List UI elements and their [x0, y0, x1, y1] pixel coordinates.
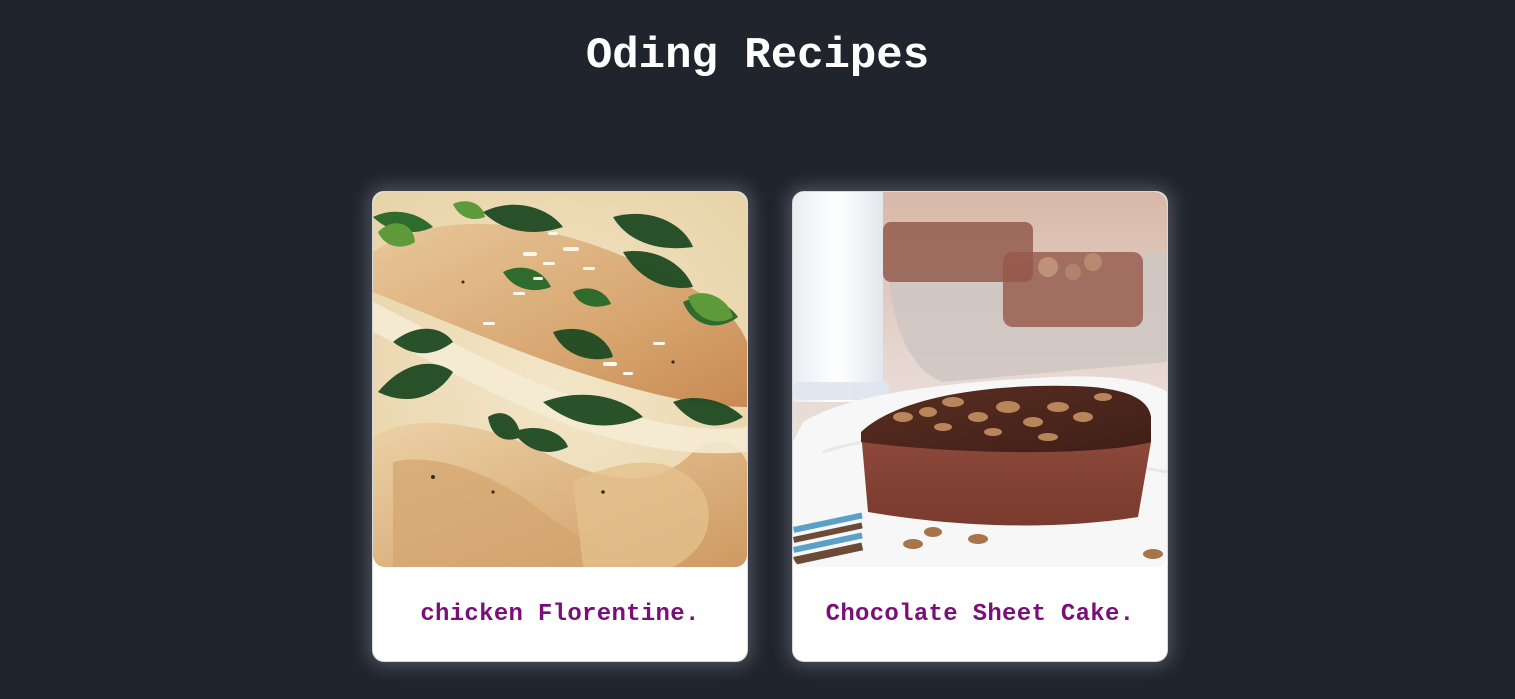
- recipe-image-chicken-florentine: [373, 192, 747, 567]
- recipe-card-chicken-florentine[interactable]: chicken Florentine.: [372, 191, 748, 662]
- recipe-title-chicken-florentine: chicken Florentine.: [420, 600, 700, 628]
- page-title: Oding Recipes: [585, 31, 930, 81]
- recipe-card-chocolate-sheet-cake[interactable]: Chocolate Sheet Cake.: [792, 191, 1168, 662]
- recipe-title-chocolate-sheet-cake: Chocolate Sheet Cake.: [825, 600, 1135, 628]
- recipes-page: Oding Recipes chicken Florentine. Chocol…: [0, 0, 1515, 699]
- recipe-card-grid: chicken Florentine. Chocolate Sheet Cake…: [372, 191, 1172, 663]
- recipe-image-chocolate-sheet-cake: [793, 192, 1167, 567]
